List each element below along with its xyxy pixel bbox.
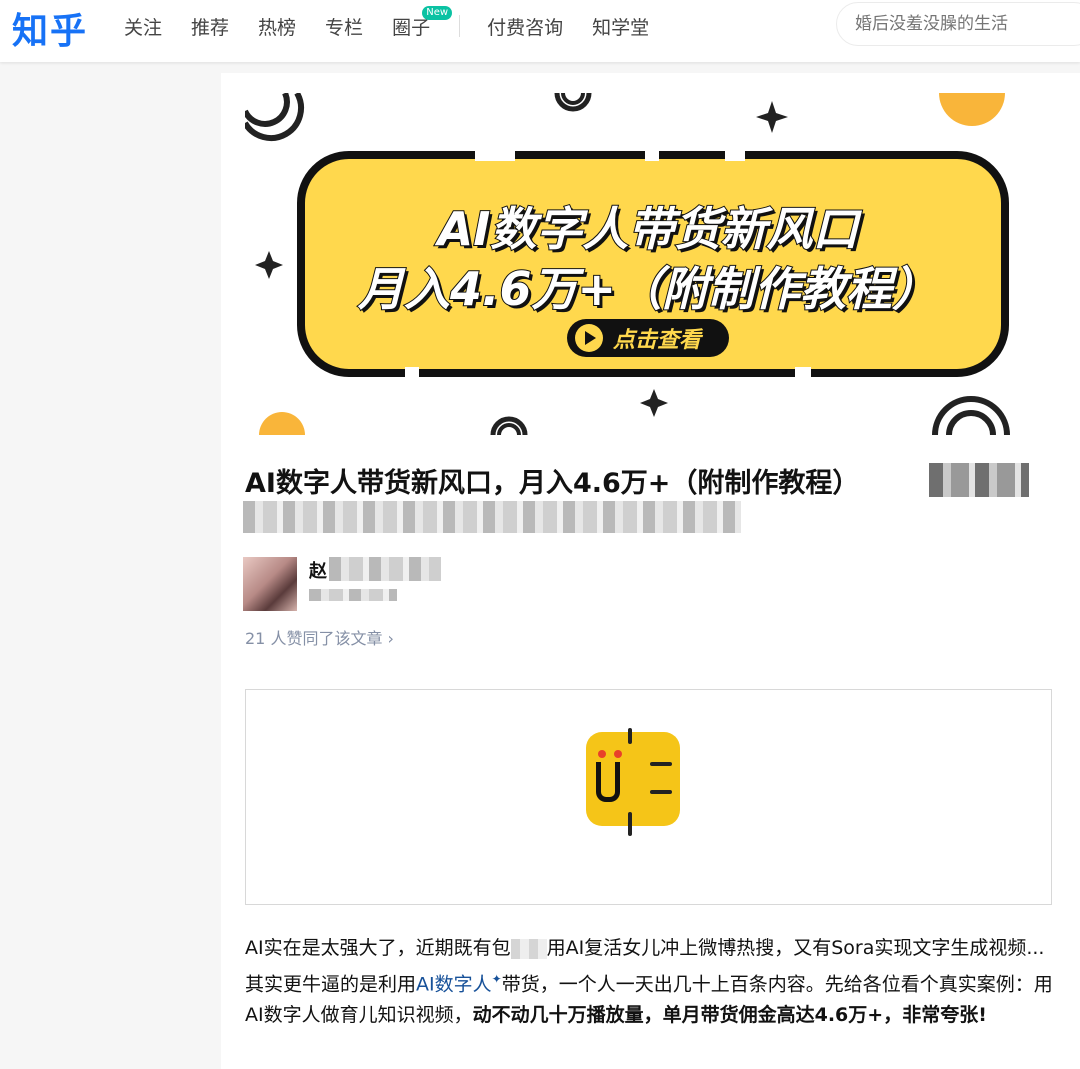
- nav-divider: [459, 15, 461, 37]
- redacted-subtitle: [243, 501, 741, 533]
- upvote-count-link[interactable]: 21 人赞同了该文章 ›: [245, 625, 394, 649]
- embedded-video[interactable]: [245, 689, 1052, 905]
- nav-item-hot[interactable]: 热榜: [258, 13, 296, 40]
- nav-item-circle-label: 圈子: [392, 16, 431, 39]
- search-box: [836, 2, 1080, 46]
- banner-cta-button[interactable]: 点击查看: [567, 319, 729, 357]
- new-badge: New: [422, 5, 453, 20]
- redacted-author-name: [329, 557, 441, 581]
- nav-item-follow[interactable]: 关注: [124, 13, 162, 40]
- nav-item-column[interactable]: 专栏: [325, 13, 363, 40]
- redacted-inline: [510, 938, 547, 959]
- zhihu-logo[interactable]: 知乎: [12, 2, 88, 54]
- author-avatar[interactable]: [243, 557, 297, 611]
- banner-cta-label: 点击查看: [613, 328, 702, 353]
- top-navbar: 知乎 关注 推荐 热榜 专栏 圈子 New 付费咨询 知学堂: [0, 0, 1080, 62]
- app-logo-dash: [650, 762, 672, 766]
- app-logo-eyes: [598, 750, 624, 760]
- nav-item-paid-consult[interactable]: 付费咨询: [487, 13, 563, 40]
- keyword-link-ai-digital-human[interactable]: AI数字人: [416, 973, 492, 995]
- banner-headline-1: AI数字人带货新风口: [437, 201, 860, 257]
- search-input[interactable]: [855, 14, 1075, 34]
- play-icon: [575, 324, 603, 352]
- redacted-author-bio: [309, 589, 397, 601]
- redacted-title-tail: [929, 463, 1029, 497]
- app-logo-icon: [586, 728, 680, 836]
- body-text-bold: 动不动几十万播放量，单月带货佣金高达4.6万+，非常夸张!: [472, 1004, 987, 1027]
- banner-headline-2: 月入4.6万+（附制作教程）: [357, 261, 939, 317]
- body-text-1: AI实在是太强大了，近期既有包: [245, 937, 511, 959]
- cover-banner[interactable]: AI数字人带货新风口 月入4.6万+（附制作教程） 点击查看: [245, 93, 1051, 435]
- app-logo-dash: [628, 812, 632, 836]
- article-body: AI实在是太强大了，近期既有包 用AI复活女儿冲上微博热搜，又有Sora实现文字生…: [245, 933, 1055, 1031]
- article-card: AI数字人带货新风口 月入4.6万+（附制作教程） 点击查看 AI数字人带货新风…: [221, 73, 1080, 1069]
- main-nav: 关注 推荐 热榜 专栏 圈子 New 付费咨询 知学堂: [124, 5, 678, 40]
- author-name-initial: 赵: [309, 561, 327, 582]
- nav-item-zhixuetang[interactable]: 知学堂: [592, 13, 649, 40]
- author-name[interactable]: 赵: [309, 557, 327, 583]
- article-title: AI数字人带货新风口，月入4.6万+（附制作教程）: [245, 461, 859, 500]
- nav-item-circle[interactable]: 圈子 New: [392, 5, 453, 40]
- sparkle-icon: ✦: [491, 972, 502, 986]
- article-title-text: AI数字人带货新风口，月入4.6万+（附制作教程）: [245, 468, 860, 499]
- app-logo-glyph: [596, 762, 620, 802]
- app-logo-dash: [650, 790, 672, 794]
- app-logo-dash: [628, 728, 632, 744]
- nav-item-recommend[interactable]: 推荐: [191, 13, 229, 40]
